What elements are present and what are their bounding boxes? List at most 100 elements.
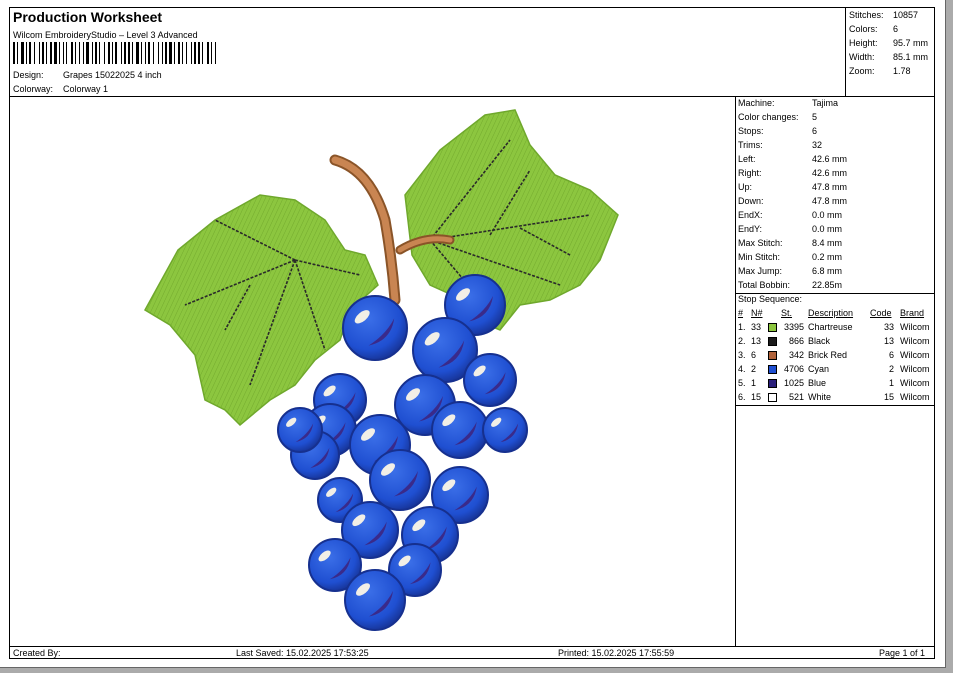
grape	[277, 407, 323, 453]
machine-value: 47.8 mm	[812, 182, 848, 192]
stop-num: 4.	[738, 364, 746, 374]
barcode-bar	[108, 42, 110, 64]
barcode-bar	[182, 42, 183, 64]
stop-description: Blue	[808, 378, 827, 388]
barcode-bar	[29, 42, 31, 64]
barcode-bar	[13, 42, 15, 64]
stop-code: 2	[888, 364, 894, 374]
stop-description: White	[808, 392, 832, 402]
barcode-bar	[26, 42, 27, 64]
barcode-bar	[153, 42, 154, 64]
color-swatch	[768, 351, 777, 360]
embroidery-design	[143, 109, 619, 631]
machine-row: Stops: 6	[738, 126, 928, 138]
summary-row: Height: 95.7 mm	[849, 38, 939, 50]
barcode-bar	[46, 42, 47, 64]
machine-label: Color changes:	[738, 112, 799, 122]
barcode-bar	[86, 42, 89, 64]
barcode-bar	[34, 42, 35, 64]
summary-label: Height:	[849, 38, 878, 48]
page-title: Production Worksheet	[13, 9, 163, 25]
machine-value: 5	[812, 112, 818, 122]
stop-brand: Wilcom	[900, 392, 930, 402]
summary-label: Zoom:	[849, 66, 875, 76]
stop-brand: Wilcom	[900, 350, 930, 360]
summary-row: Colors: 6	[849, 24, 939, 36]
barcode-bar	[99, 42, 100, 64]
machine-value: 0.0 mm	[812, 210, 843, 220]
grape	[463, 353, 517, 407]
summary-label: Stitches:	[849, 10, 884, 20]
machine-value: 6.8 mm	[812, 266, 843, 276]
summary-row: Zoom: 1.78	[849, 66, 939, 78]
barcode-bar	[17, 42, 18, 64]
machine-row: Max Jump: 6.8 mm	[738, 266, 928, 278]
stop-code: 33	[883, 322, 894, 332]
barcode-bar	[198, 42, 200, 64]
stop-needle: 13	[751, 336, 762, 346]
stop-stitches: 342	[788, 350, 804, 360]
stop-needle: 6	[751, 350, 757, 360]
color-swatch	[768, 393, 777, 402]
stop-num: 2.	[738, 336, 746, 346]
stop-row: 4. 2 4706 Cyan 2 Wilcom	[738, 364, 934, 376]
barcode-bar	[115, 42, 117, 64]
barcode-bar	[128, 42, 130, 64]
machine-label: Trims:	[738, 140, 763, 150]
stop-code: 15	[883, 392, 894, 402]
barcode-bar	[112, 42, 113, 64]
machine-label: Up:	[738, 182, 753, 192]
stop-needle: 15	[751, 392, 762, 402]
color-swatch	[768, 365, 777, 374]
stop-code: 13	[883, 336, 894, 346]
barcode-bar	[178, 42, 180, 64]
barcode-bar	[148, 42, 150, 64]
last-saved: Last Saved: 15.02.2025 17:53:25	[236, 648, 369, 658]
barcode-bar	[59, 42, 60, 64]
stop-row: 3. 6 342 Brick Red 6 Wilcom	[738, 350, 934, 362]
summary-value: 1.78	[893, 66, 911, 76]
summary-label: Width:	[849, 52, 875, 62]
design-label: Design:	[13, 70, 44, 80]
machine-row: Min Stitch: 0.2 mm	[738, 252, 928, 264]
worksheet-page: Production Worksheet Wilcom EmbroiderySt…	[0, 0, 946, 668]
barcode-bar	[54, 42, 57, 64]
barcode-bar	[186, 42, 187, 64]
barcode-bar	[211, 42, 212, 64]
worksheet-frame: Production Worksheet Wilcom EmbroiderySt…	[9, 7, 935, 659]
barcode-bar	[141, 42, 142, 64]
machine-label: Machine:	[738, 98, 775, 108]
machine-value: 47.8 mm	[812, 196, 848, 206]
stop-header-n: N#	[751, 308, 763, 318]
grape	[369, 449, 431, 511]
machine-row: Total Bobbin: 22.85m	[738, 280, 928, 292]
summary-row: Stitches: 10857	[849, 10, 939, 22]
summary-value: 10857	[893, 10, 919, 20]
machine-label: EndY:	[738, 224, 763, 234]
grape	[482, 407, 528, 453]
machine-row: Color changes: 5	[738, 112, 928, 124]
barcode-bar	[121, 42, 122, 64]
barcode-bar	[63, 42, 64, 64]
machine-row: Left: 42.6 mm	[738, 154, 928, 166]
barcode-bar	[191, 42, 192, 64]
barcode-bar	[92, 42, 93, 64]
stop-stitches: 4706	[783, 364, 804, 374]
stop-stitches: 521	[788, 392, 804, 402]
barcode-bar	[66, 42, 67, 64]
machine-label: Min Stitch:	[738, 252, 781, 262]
barcode-bar	[162, 42, 163, 64]
summary-value: 95.7 mm	[893, 38, 929, 48]
summary-row: Width: 85.1 mm	[849, 52, 939, 64]
color-swatch	[768, 323, 777, 332]
barcode-bar	[145, 42, 146, 64]
barcode	[13, 42, 216, 64]
barcode-bar	[174, 42, 175, 64]
stop-row: 5. 1 1025 Blue 1 Wilcom	[738, 378, 934, 390]
barcode-bar	[158, 42, 159, 64]
stop-num: 3.	[738, 350, 746, 360]
barcode-bar	[50, 42, 52, 64]
stop-header-num: #	[738, 308, 744, 318]
barcode-bar	[169, 42, 172, 64]
stop-code: 6	[888, 350, 894, 360]
